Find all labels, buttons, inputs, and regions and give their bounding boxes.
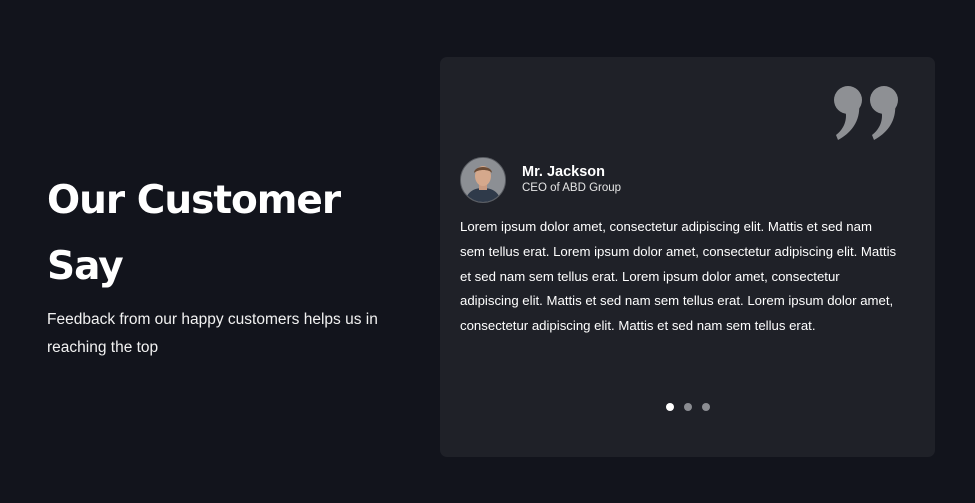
carousel-dot-3[interactable]: [701, 403, 710, 411]
author-name: Mr. Jackson: [522, 164, 606, 180]
intro-section: Our Customer Say Feedback from our happy…: [47, 168, 417, 362]
avatar: [460, 157, 506, 203]
section-title: Our Customer Say: [47, 168, 417, 300]
author-role: CEO of ABD Group: [522, 182, 622, 194]
section-title-line-2: Say: [47, 244, 124, 289]
section-subtitle: Feedback from our happy customers helps …: [47, 311, 378, 356]
section-title-line-1: Our Customer: [47, 178, 341, 223]
testimonial-text: Lorem ipsum dolor amet, consectetur adip…: [460, 219, 897, 334]
author-info: Mr. Jackson CEO of ABD Group: [522, 164, 621, 196]
testimonial-card: Mr. Jackson CEO of ABD Group Lorem ipsum…: [440, 57, 935, 457]
quote-icon: [834, 86, 898, 140]
carousel-dot-1[interactable]: [665, 403, 674, 411]
carousel-dot-2[interactable]: [683, 403, 692, 411]
carousel-pagination: [440, 403, 935, 411]
testimonial-author: Mr. Jackson CEO of ABD Group: [460, 157, 621, 203]
